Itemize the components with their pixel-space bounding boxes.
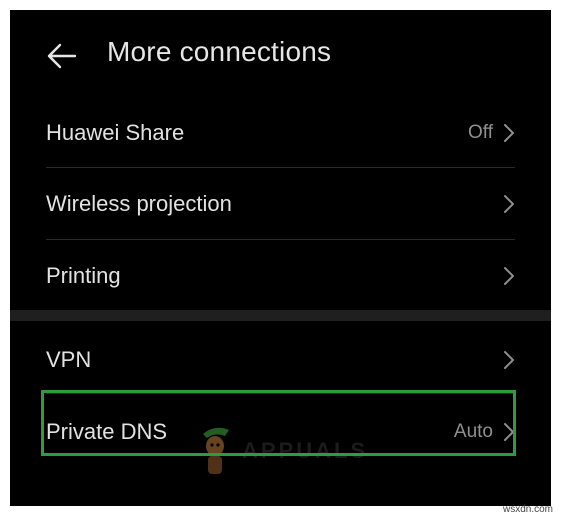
appuals-mascot-logo — [203, 427, 229, 474]
list-item-wireless-projection[interactable]: Wireless projection — [46, 168, 515, 239]
settings-screen: More connections Huawei Share Off Wirele… — [10, 10, 551, 506]
arrow-left-icon — [47, 43, 77, 69]
list-item-label: Private DNS — [46, 418, 168, 444]
page-title: More connections — [107, 36, 332, 67]
list-item-value: Off — [468, 121, 493, 143]
chevron-right-icon — [504, 350, 514, 369]
chevron-right-icon — [504, 123, 514, 142]
credit-text: wsxdn.com — [502, 504, 553, 515]
header: More connections — [10, 10, 551, 100]
list-item-huawei-share[interactable]: Huawei Share Off — [46, 97, 515, 168]
list-item-vpn[interactable]: VPN — [46, 324, 515, 395]
watermark-text: APPUALS — [242, 438, 369, 463]
chevron-right-icon — [504, 194, 514, 213]
list-item-label: Wireless projection — [46, 190, 232, 216]
chevron-right-icon — [504, 422, 514, 441]
divider — [46, 393, 515, 394]
list-item-label: VPN — [46, 346, 92, 372]
list-item-printing[interactable]: Printing — [46, 240, 515, 311]
back-button[interactable] — [40, 34, 84, 78]
section-separator — [10, 310, 551, 321]
list-item-value: Auto — [453, 420, 493, 442]
list-item-label: Huawei Share — [46, 119, 185, 145]
list-item-label: Printing — [46, 262, 121, 288]
chevron-right-icon — [504, 266, 514, 285]
